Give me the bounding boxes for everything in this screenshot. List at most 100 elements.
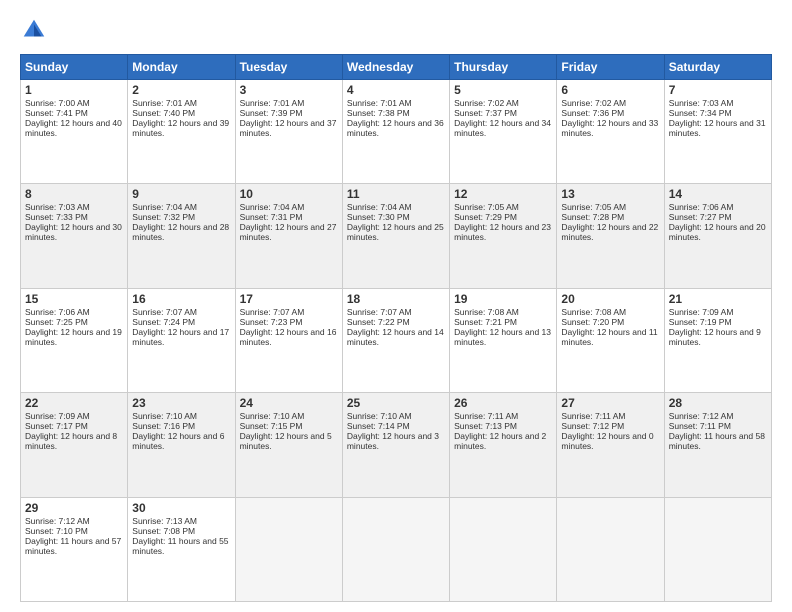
sunset-label: Sunset: 7:30 PM bbox=[347, 212, 410, 222]
sunrise-label: Sunrise: 7:13 AM bbox=[132, 516, 197, 526]
daylight-label: Daylight: 12 hours and 25 minutes. bbox=[347, 222, 444, 242]
sunrise-label: Sunrise: 7:03 AM bbox=[669, 98, 734, 108]
calendar-cell: 13 Sunrise: 7:05 AM Sunset: 7:28 PM Dayl… bbox=[557, 184, 664, 288]
sunrise-label: Sunrise: 7:06 AM bbox=[25, 307, 90, 317]
sunset-label: Sunset: 7:38 PM bbox=[347, 108, 410, 118]
sunset-label: Sunset: 7:19 PM bbox=[669, 317, 732, 327]
sunset-label: Sunset: 7:20 PM bbox=[561, 317, 624, 327]
daylight-label: Daylight: 12 hours and 36 minutes. bbox=[347, 118, 444, 138]
calendar-cell: 22 Sunrise: 7:09 AM Sunset: 7:17 PM Dayl… bbox=[21, 393, 128, 497]
sunset-label: Sunset: 7:15 PM bbox=[240, 421, 303, 431]
calendar-cell: 12 Sunrise: 7:05 AM Sunset: 7:29 PM Dayl… bbox=[450, 184, 557, 288]
calendar-cell: 11 Sunrise: 7:04 AM Sunset: 7:30 PM Dayl… bbox=[342, 184, 449, 288]
day-number: 19 bbox=[454, 292, 552, 306]
calendar-cell: 18 Sunrise: 7:07 AM Sunset: 7:22 PM Dayl… bbox=[342, 288, 449, 392]
daylight-label: Daylight: 11 hours and 58 minutes. bbox=[669, 431, 765, 451]
weekday-header-sunday: Sunday bbox=[21, 55, 128, 80]
calendar-cell: 20 Sunrise: 7:08 AM Sunset: 7:20 PM Dayl… bbox=[557, 288, 664, 392]
calendar-cell: 21 Sunrise: 7:09 AM Sunset: 7:19 PM Dayl… bbox=[664, 288, 771, 392]
sunrise-label: Sunrise: 7:07 AM bbox=[347, 307, 412, 317]
day-number: 3 bbox=[240, 83, 338, 97]
daylight-label: Daylight: 11 hours and 55 minutes. bbox=[132, 536, 228, 556]
calendar-week-1: 1 Sunrise: 7:00 AM Sunset: 7:41 PM Dayli… bbox=[21, 80, 772, 184]
daylight-label: Daylight: 12 hours and 9 minutes. bbox=[669, 327, 761, 347]
daylight-label: Daylight: 12 hours and 22 minutes. bbox=[561, 222, 658, 242]
sunrise-label: Sunrise: 7:05 AM bbox=[561, 202, 626, 212]
sunrise-label: Sunrise: 7:02 AM bbox=[561, 98, 626, 108]
day-number: 27 bbox=[561, 396, 659, 410]
sunset-label: Sunset: 7:17 PM bbox=[25, 421, 88, 431]
day-number: 28 bbox=[669, 396, 767, 410]
daylight-label: Daylight: 12 hours and 14 minutes. bbox=[347, 327, 444, 347]
calendar-cell bbox=[235, 497, 342, 601]
calendar-cell: 15 Sunrise: 7:06 AM Sunset: 7:25 PM Dayl… bbox=[21, 288, 128, 392]
sunrise-label: Sunrise: 7:02 AM bbox=[454, 98, 519, 108]
calendar-cell: 10 Sunrise: 7:04 AM Sunset: 7:31 PM Dayl… bbox=[235, 184, 342, 288]
sunset-label: Sunset: 7:32 PM bbox=[132, 212, 195, 222]
weekday-header-monday: Monday bbox=[128, 55, 235, 80]
day-number: 10 bbox=[240, 187, 338, 201]
day-number: 12 bbox=[454, 187, 552, 201]
day-number: 18 bbox=[347, 292, 445, 306]
calendar-cell: 28 Sunrise: 7:12 AM Sunset: 7:11 PM Dayl… bbox=[664, 393, 771, 497]
day-number: 2 bbox=[132, 83, 230, 97]
calendar-cell: 29 Sunrise: 7:12 AM Sunset: 7:10 PM Dayl… bbox=[21, 497, 128, 601]
daylight-label: Daylight: 12 hours and 39 minutes. bbox=[132, 118, 229, 138]
calendar-cell: 25 Sunrise: 7:10 AM Sunset: 7:14 PM Dayl… bbox=[342, 393, 449, 497]
sunset-label: Sunset: 7:40 PM bbox=[132, 108, 195, 118]
calendar-cell: 30 Sunrise: 7:13 AM Sunset: 7:08 PM Dayl… bbox=[128, 497, 235, 601]
calendar-cell: 2 Sunrise: 7:01 AM Sunset: 7:40 PM Dayli… bbox=[128, 80, 235, 184]
daylight-label: Daylight: 12 hours and 30 minutes. bbox=[25, 222, 122, 242]
sunrise-label: Sunrise: 7:12 AM bbox=[669, 411, 734, 421]
calendar-cell: 8 Sunrise: 7:03 AM Sunset: 7:33 PM Dayli… bbox=[21, 184, 128, 288]
daylight-label: Daylight: 12 hours and 13 minutes. bbox=[454, 327, 551, 347]
sunset-label: Sunset: 7:25 PM bbox=[25, 317, 88, 327]
sunset-label: Sunset: 7:37 PM bbox=[454, 108, 517, 118]
sunset-label: Sunset: 7:34 PM bbox=[669, 108, 732, 118]
calendar-week-2: 8 Sunrise: 7:03 AM Sunset: 7:33 PM Dayli… bbox=[21, 184, 772, 288]
sunrise-label: Sunrise: 7:10 AM bbox=[240, 411, 305, 421]
sunset-label: Sunset: 7:24 PM bbox=[132, 317, 195, 327]
daylight-label: Daylight: 11 hours and 57 minutes. bbox=[25, 536, 121, 556]
sunrise-label: Sunrise: 7:01 AM bbox=[347, 98, 412, 108]
sunrise-label: Sunrise: 7:04 AM bbox=[347, 202, 412, 212]
day-number: 7 bbox=[669, 83, 767, 97]
sunrise-label: Sunrise: 7:04 AM bbox=[132, 202, 197, 212]
daylight-label: Daylight: 12 hours and 19 minutes. bbox=[25, 327, 122, 347]
calendar-cell: 16 Sunrise: 7:07 AM Sunset: 7:24 PM Dayl… bbox=[128, 288, 235, 392]
sunrise-label: Sunrise: 7:08 AM bbox=[561, 307, 626, 317]
sunset-label: Sunset: 7:28 PM bbox=[561, 212, 624, 222]
daylight-label: Daylight: 12 hours and 28 minutes. bbox=[132, 222, 229, 242]
sunrise-label: Sunrise: 7:12 AM bbox=[25, 516, 90, 526]
daylight-label: Daylight: 12 hours and 33 minutes. bbox=[561, 118, 658, 138]
sunrise-label: Sunrise: 7:01 AM bbox=[240, 98, 305, 108]
sunset-label: Sunset: 7:12 PM bbox=[561, 421, 624, 431]
calendar-cell: 23 Sunrise: 7:10 AM Sunset: 7:16 PM Dayl… bbox=[128, 393, 235, 497]
daylight-label: Daylight: 12 hours and 31 minutes. bbox=[669, 118, 766, 138]
daylight-label: Daylight: 12 hours and 27 minutes. bbox=[240, 222, 337, 242]
sunset-label: Sunset: 7:27 PM bbox=[669, 212, 732, 222]
weekday-header-tuesday: Tuesday bbox=[235, 55, 342, 80]
calendar-cell: 14 Sunrise: 7:06 AM Sunset: 7:27 PM Dayl… bbox=[664, 184, 771, 288]
sunset-label: Sunset: 7:33 PM bbox=[25, 212, 88, 222]
day-number: 9 bbox=[132, 187, 230, 201]
sunset-label: Sunset: 7:29 PM bbox=[454, 212, 517, 222]
day-number: 24 bbox=[240, 396, 338, 410]
sunrise-label: Sunrise: 7:11 AM bbox=[454, 411, 518, 421]
weekday-header-saturday: Saturday bbox=[664, 55, 771, 80]
calendar-week-4: 22 Sunrise: 7:09 AM Sunset: 7:17 PM Dayl… bbox=[21, 393, 772, 497]
sunset-label: Sunset: 7:10 PM bbox=[25, 526, 88, 536]
sunrise-label: Sunrise: 7:03 AM bbox=[25, 202, 90, 212]
calendar-cell: 24 Sunrise: 7:10 AM Sunset: 7:15 PM Dayl… bbox=[235, 393, 342, 497]
page: SundayMondayTuesdayWednesdayThursdayFrid… bbox=[0, 0, 792, 612]
daylight-label: Daylight: 12 hours and 20 minutes. bbox=[669, 222, 766, 242]
sunset-label: Sunset: 7:39 PM bbox=[240, 108, 303, 118]
day-number: 8 bbox=[25, 187, 123, 201]
sunrise-label: Sunrise: 7:08 AM bbox=[454, 307, 519, 317]
daylight-label: Daylight: 12 hours and 11 minutes. bbox=[561, 327, 657, 347]
daylight-label: Daylight: 12 hours and 40 minutes. bbox=[25, 118, 122, 138]
calendar-cell: 17 Sunrise: 7:07 AM Sunset: 7:23 PM Dayl… bbox=[235, 288, 342, 392]
day-number: 25 bbox=[347, 396, 445, 410]
day-number: 4 bbox=[347, 83, 445, 97]
calendar-cell bbox=[664, 497, 771, 601]
